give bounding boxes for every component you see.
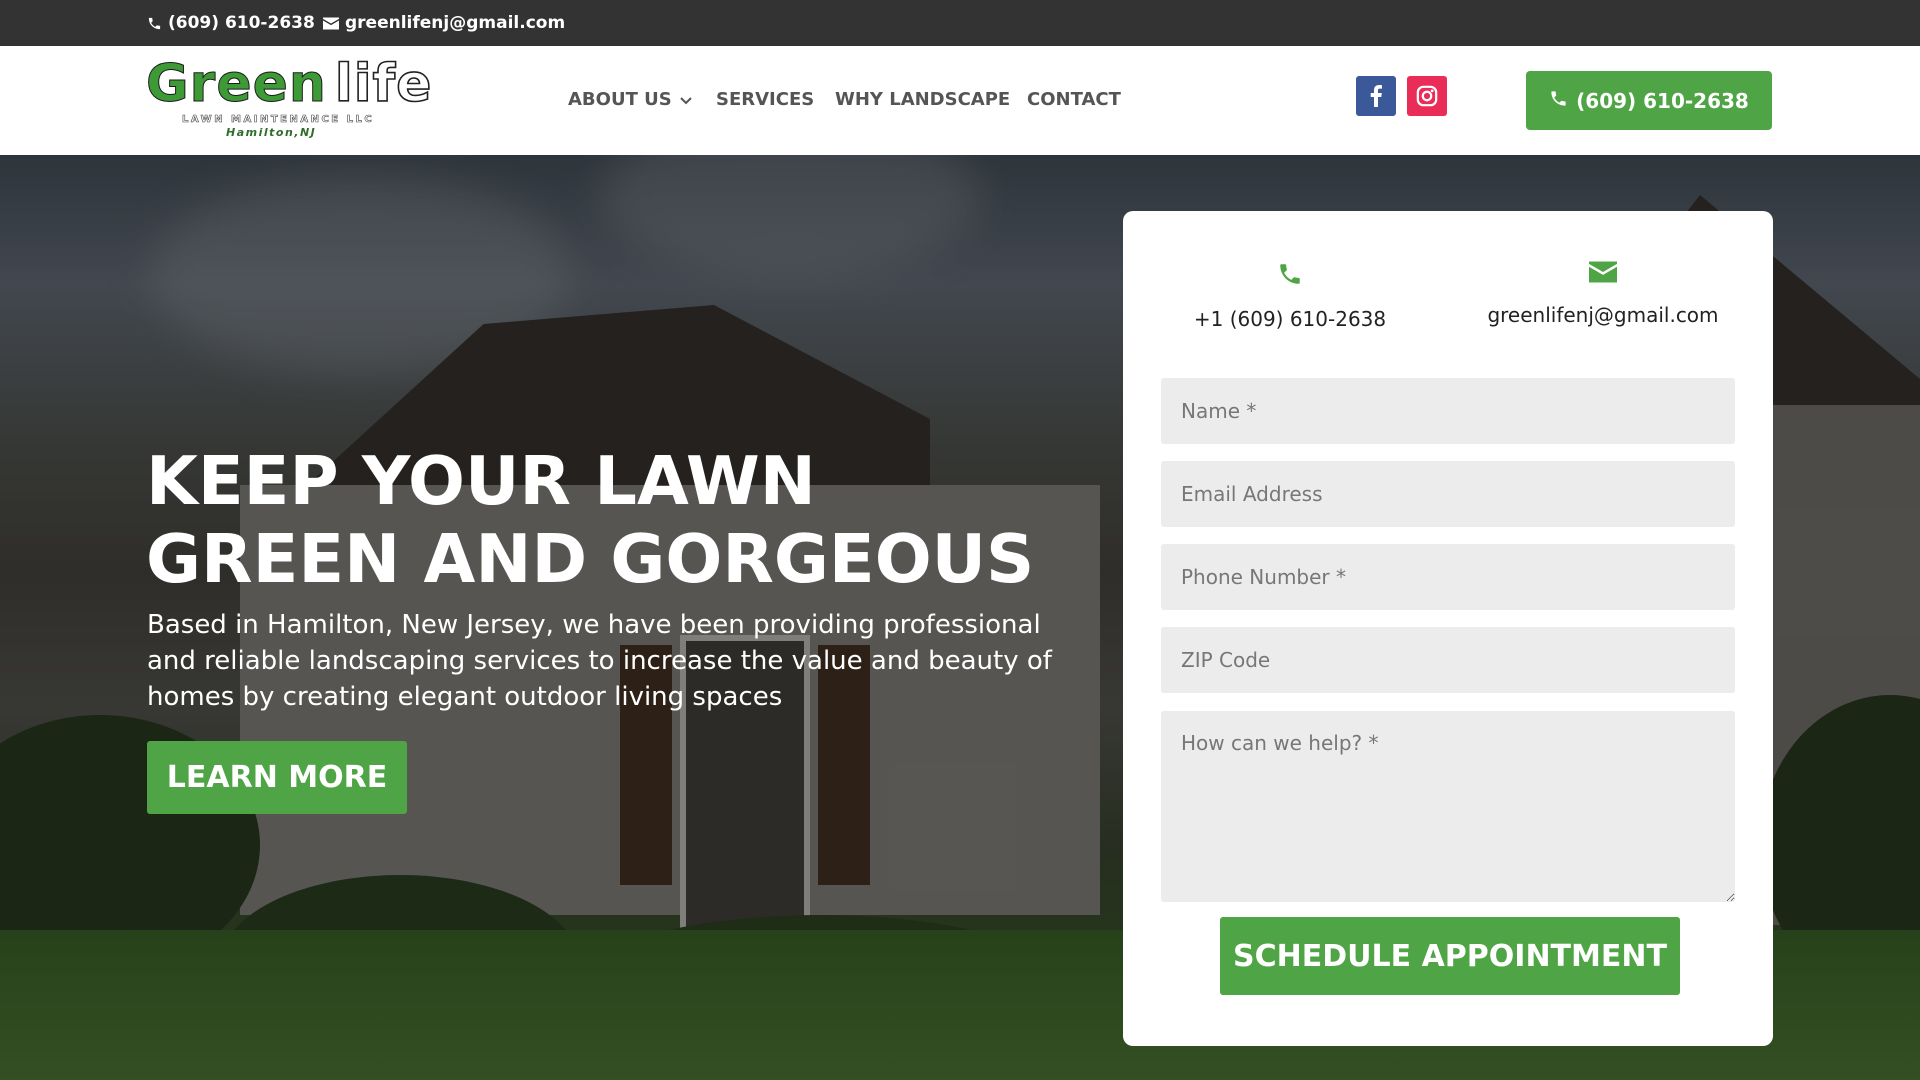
topbar-email-text: greenlifenj@gmail.com: [345, 13, 566, 33]
card-phone-text: +1 (609) 610-2638: [1193, 307, 1387, 331]
logo-city: Hamilton,NJ: [226, 126, 317, 139]
logo-word-green: Green: [146, 54, 327, 115]
logo-wordmark: Green life: [146, 53, 433, 115]
nav-services[interactable]: SERVICES: [716, 89, 814, 110]
logo-subtitle: LAWN MAINTENANCE LLC: [182, 114, 375, 126]
topbar-phone-text: (609) 610-2638: [168, 13, 315, 33]
nav-contact[interactable]: CONTACT: [1027, 89, 1121, 110]
site-header: Green life LAWN MAINTENANCE LLC Hamilton,…: [0, 46, 1920, 155]
appointment-form-card: +1 (609) 610-2638 greenlifenj@gmail.com …: [1123, 211, 1773, 1046]
name-field[interactable]: [1161, 378, 1735, 444]
nav-why-landscape[interactable]: WHY LANDSCAPE: [835, 89, 1010, 110]
phone-field[interactable]: [1161, 544, 1735, 610]
chevron-down-icon: [679, 89, 692, 110]
instagram-icon[interactable]: [1407, 76, 1447, 116]
envelope-icon: [323, 17, 339, 30]
nav-about-us[interactable]: ABOUT US: [568, 89, 692, 110]
logo-word-life: life: [334, 53, 433, 115]
message-field[interactable]: [1161, 711, 1735, 902]
learn-more-button[interactable]: LEARN MORE: [147, 741, 407, 814]
header-call-label: (609) 610-2638: [1576, 88, 1749, 113]
zip-field[interactable]: [1161, 627, 1735, 693]
card-email-contact[interactable]: greenlifenj@gmail.com: [1463, 261, 1743, 327]
topbar-email-link[interactable]: greenlifenj@gmail.com: [323, 13, 565, 33]
hero-title: KEEP YOUR LAWN GREEN AND GORGEOUS: [146, 442, 1035, 598]
site-logo[interactable]: Green life LAWN MAINTENANCE LLC Hamilton,…: [146, 53, 433, 139]
header-call-button[interactable]: (609) 610-2638: [1526, 71, 1772, 130]
card-phone-contact[interactable]: +1 (609) 610-2638: [1175, 261, 1405, 331]
schedule-appointment-button[interactable]: SCHEDULE APPOINTMENT: [1220, 917, 1680, 995]
phone-icon: [1549, 89, 1568, 113]
email-field[interactable]: [1161, 461, 1735, 527]
topbar-phone-link[interactable]: (609) 610-2638: [147, 13, 315, 33]
phone-icon: [1277, 261, 1303, 291]
nav-about-label: ABOUT US: [568, 89, 672, 110]
facebook-icon[interactable]: [1356, 76, 1396, 116]
card-email-text: greenlifenj@gmail.com: [1487, 303, 1719, 327]
phone-icon: [147, 16, 162, 31]
top-bar: (609) 610-2638 greenlifenj@gmail.com: [0, 0, 1920, 46]
hero-description: Based in Hamilton, New Jersey, we have b…: [147, 610, 1052, 712]
envelope-icon: [1589, 261, 1617, 287]
